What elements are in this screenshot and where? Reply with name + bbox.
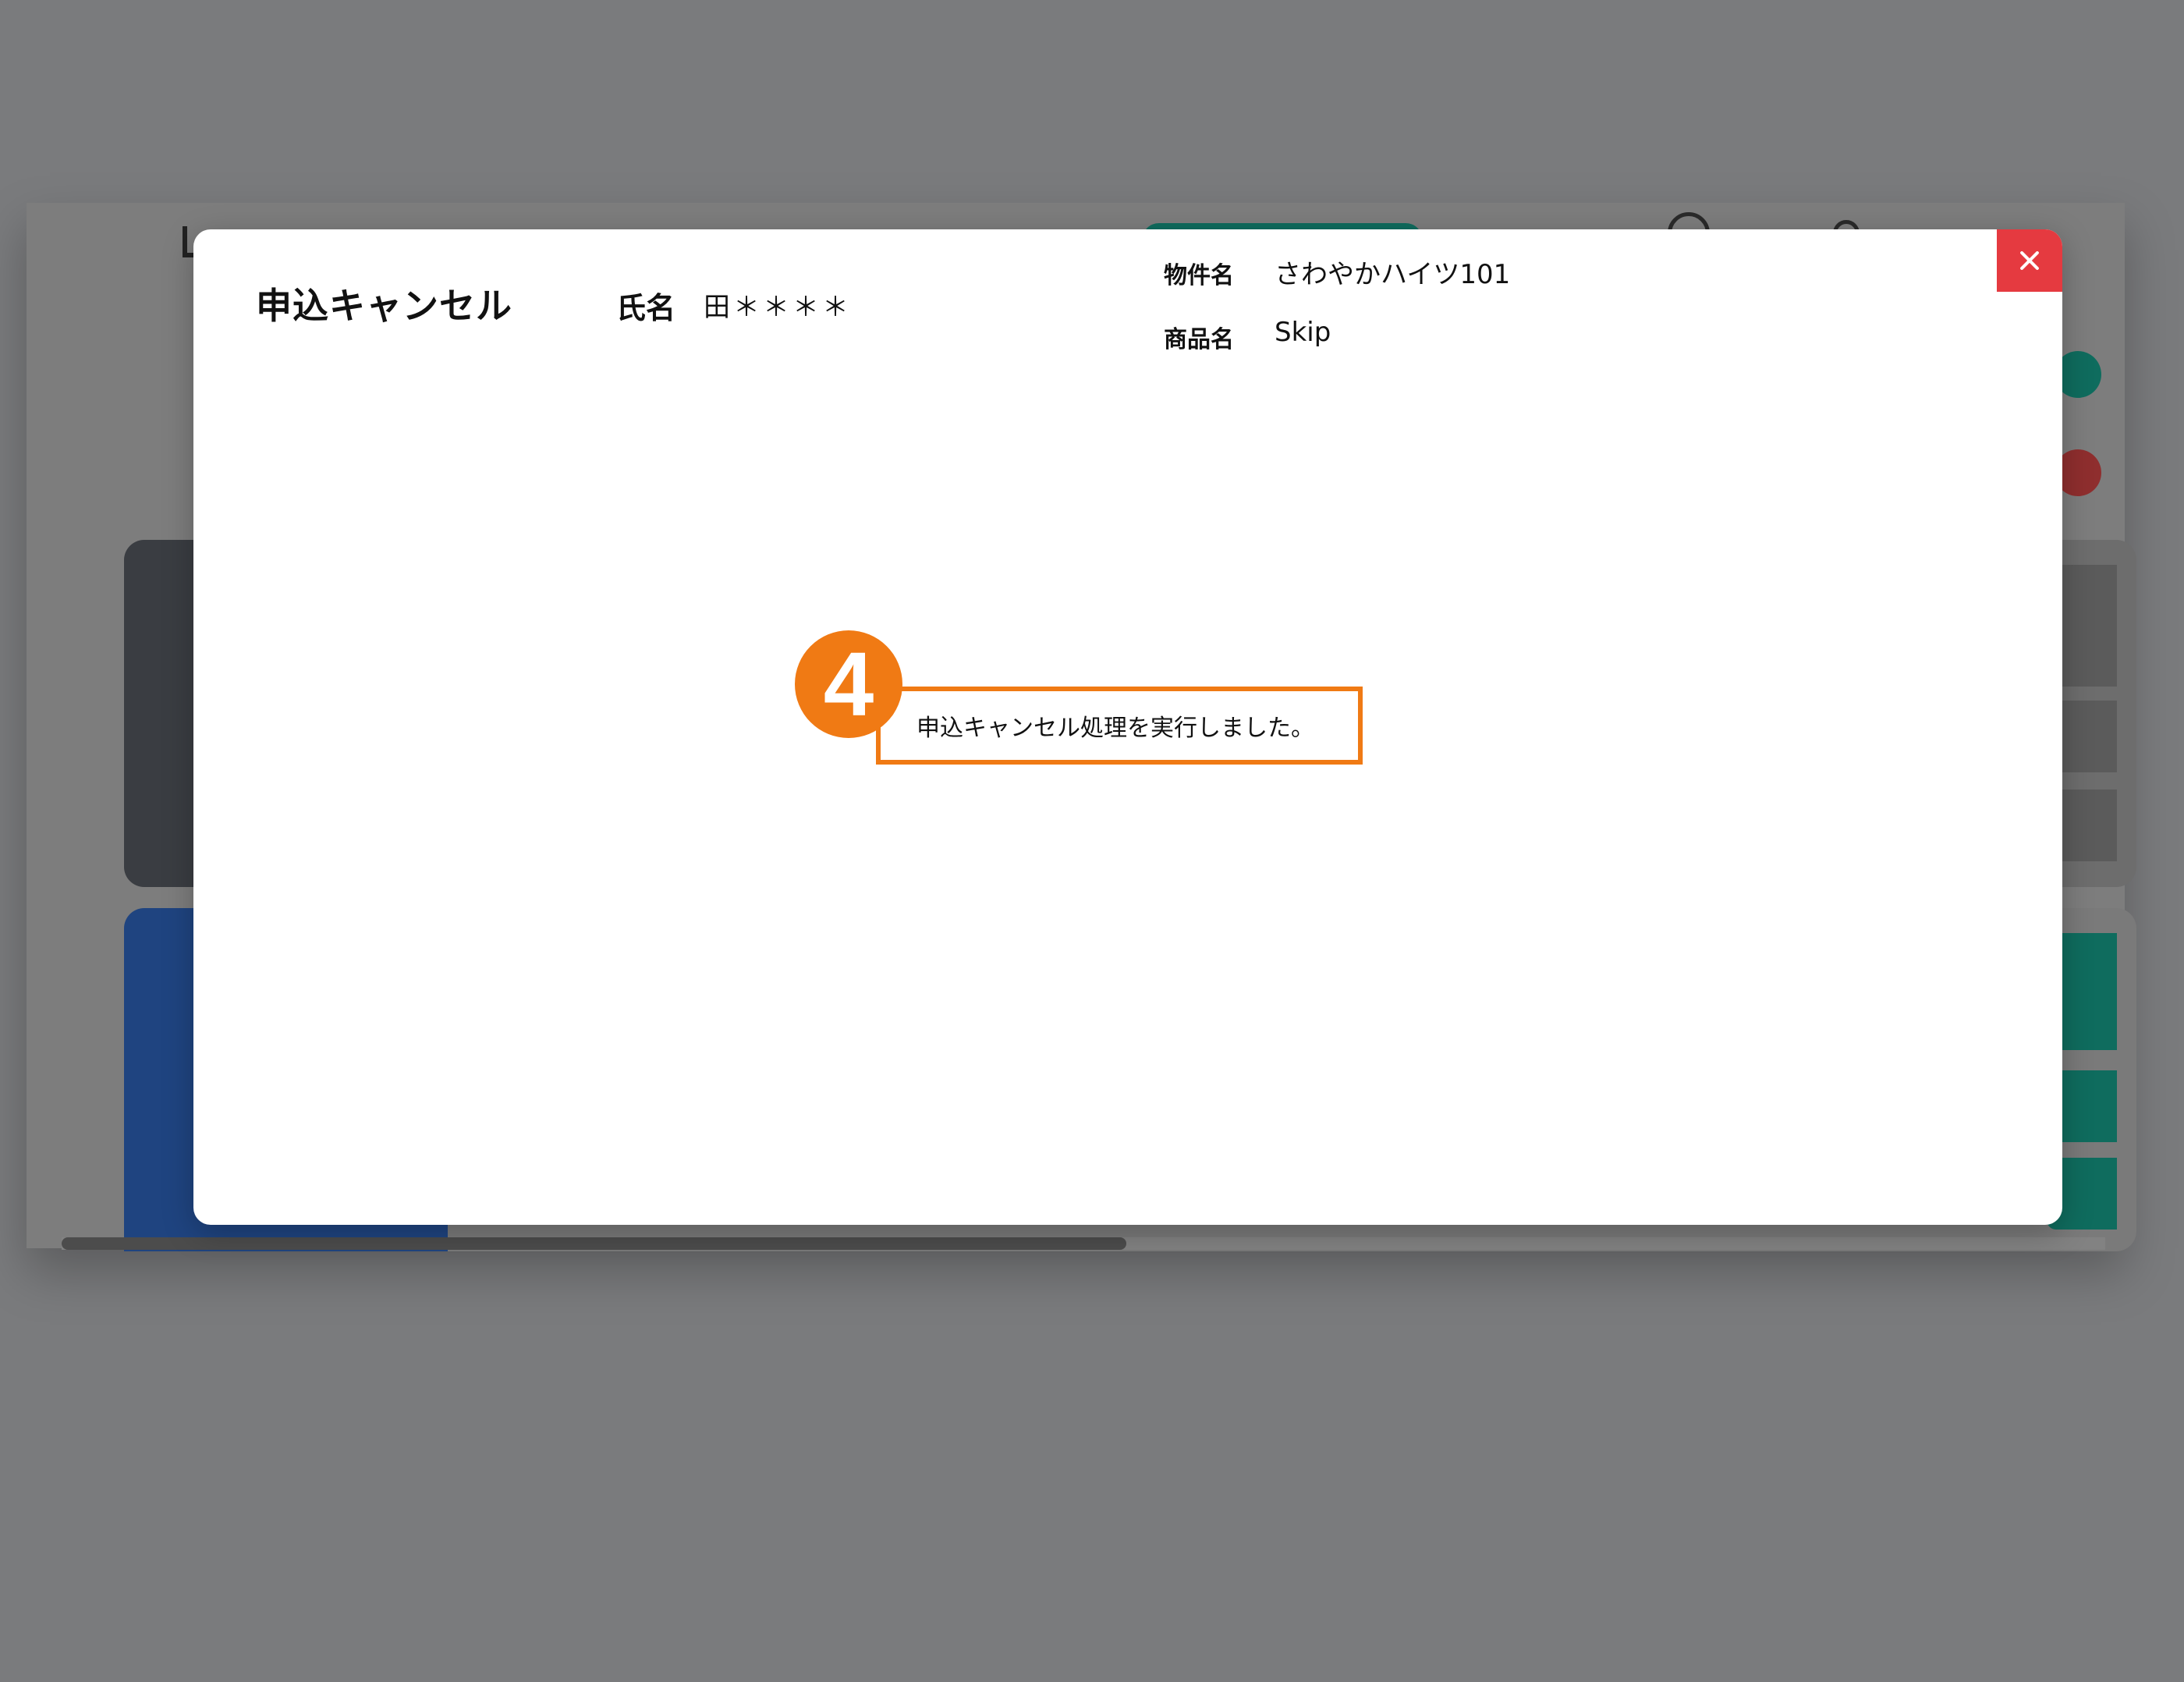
property-value: さわやかハイツ101: [1275, 259, 1511, 290]
product-label: 商品名: [1164, 326, 1234, 353]
product-value: Skip: [1275, 317, 1331, 348]
property-label: 物件名: [1164, 262, 1234, 289]
background-scrollbar-thumb: [62, 1237, 1126, 1250]
close-icon: [2019, 250, 2040, 271]
result-message: 申込キャンセル処理を実行しました。: [916, 715, 1314, 742]
cancel-application-modal: 申込キャンセル 氏名 田＊＊＊＊ 物件名 さわやかハイツ101 商品名 Skip…: [193, 229, 2062, 1225]
modal-title: 申込キャンセル: [256, 285, 512, 327]
name-value: 田＊＊＊＊: [704, 292, 852, 323]
close-button[interactable]: [1997, 229, 2062, 292]
step-number-badge: 4: [795, 630, 902, 738]
name-label: 氏名: [616, 291, 676, 325]
result-message-highlight: 申込キャンセル処理を実行しました。: [876, 687, 1363, 765]
